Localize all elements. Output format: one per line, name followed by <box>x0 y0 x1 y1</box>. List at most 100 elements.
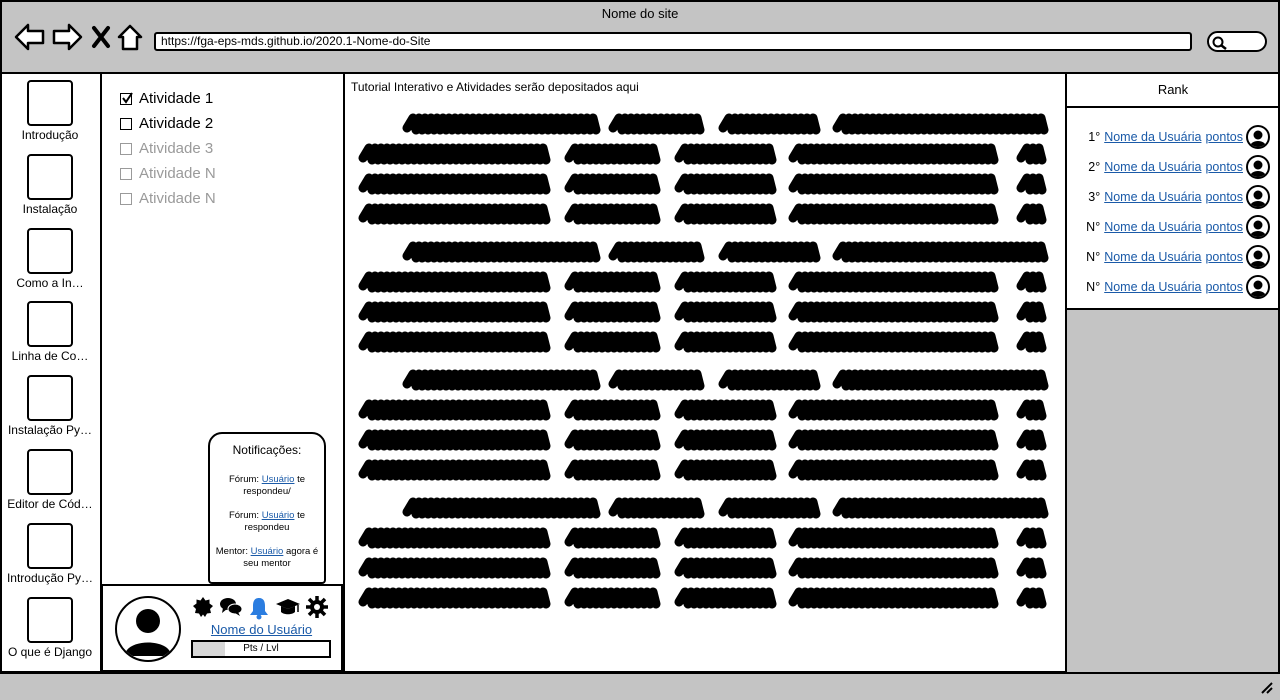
rank-user-link[interactable]: Nome da Usuária <box>1104 220 1201 234</box>
lesson-item[interactable]: Instalação <box>0 153 100 216</box>
lesson-item[interactable]: Introdução Py… <box>0 522 100 585</box>
rank-user-link[interactable]: Nome da Usuária <box>1104 250 1201 264</box>
notification-user-link[interactable]: Usuário <box>251 546 284 557</box>
lesson-item[interactable]: Introdução <box>0 80 100 142</box>
rank-avatar[interactable] <box>1246 185 1270 209</box>
points-level-bar: Pts / Lvl <box>191 640 331 658</box>
lesson-thumbnail[interactable] <box>27 153 73 200</box>
chat-icon[interactable] <box>219 596 243 618</box>
lesson-thumbnail[interactable] <box>27 375 73 422</box>
scribble-line <box>402 241 601 263</box>
gear-icon[interactable] <box>306 596 328 618</box>
notification-user-link[interactable]: Usuário <box>262 510 295 521</box>
lesson-thumbnail[interactable] <box>27 301 73 348</box>
lesson-thumbnail[interactable] <box>27 80 73 126</box>
scribble-line <box>788 143 999 165</box>
rank-points-link[interactable]: pontos <box>1205 220 1243 234</box>
lesson-label: Editor de Cód… <box>7 497 93 511</box>
search-icon <box>1212 36 1227 50</box>
home-button[interactable] <box>117 22 143 52</box>
rank-user-link[interactable]: Nome da Usuária <box>1104 130 1201 144</box>
lesson-item[interactable]: O que é Django <box>0 596 100 659</box>
activity-checkbox[interactable] <box>120 192 132 205</box>
rank-points-link[interactable]: pontos <box>1205 280 1243 294</box>
activity-checkbox[interactable] <box>120 167 132 180</box>
rank-user-link[interactable]: Nome da Usuária <box>1104 280 1201 294</box>
scribble-line <box>674 429 777 451</box>
rank-avatar[interactable] <box>1246 275 1270 299</box>
activity-item[interactable]: Atividade N <box>120 186 216 211</box>
scribble-line <box>564 429 661 451</box>
activity-label: Atividade 3 <box>139 140 214 157</box>
scribble-line <box>564 587 661 609</box>
scribble-line <box>358 143 551 165</box>
stop-button[interactable] <box>91 22 111 52</box>
activity-checkbox[interactable] <box>120 142 132 155</box>
rank-position: 3° <box>1088 190 1101 204</box>
scribble-line <box>358 459 551 481</box>
checkmark-icon <box>122 91 133 104</box>
scribble-line <box>358 173 551 195</box>
lesson-item[interactable]: Editor de Cód… <box>0 449 100 511</box>
rank-points-link[interactable]: pontos <box>1205 130 1243 144</box>
lesson-thumbnail[interactable] <box>27 522 73 569</box>
rank-row: 3° Nome da Usuária pontos <box>1088 184 1270 210</box>
scribble-line <box>608 241 705 263</box>
notifications-popup: Notificações: Fórum: Usuário te responde… <box>208 432 326 584</box>
back-button[interactable] <box>14 22 46 52</box>
user-silhouette-icon <box>1250 190 1266 207</box>
activity-item[interactable]: Atividade 2 <box>120 111 216 136</box>
rank-position: N° <box>1086 280 1101 294</box>
avatar[interactable] <box>115 596 181 662</box>
scribble-line <box>674 301 777 323</box>
activity-list: Atividade 1 Atividade 2 Atividade 3 Ativida… <box>120 86 216 211</box>
forward-button[interactable] <box>51 22 83 52</box>
rank-avatar[interactable] <box>1246 125 1270 149</box>
lesson-thumbnail[interactable] <box>27 596 73 643</box>
scribble-line <box>788 271 999 293</box>
lesson-item[interactable]: Instalação Py… <box>0 375 100 437</box>
rank-points-link[interactable]: pontos <box>1205 160 1243 174</box>
scribble-line <box>674 399 777 421</box>
scribble-line <box>564 557 661 579</box>
search-field[interactable] <box>1207 31 1267 52</box>
lesson-thumbnail[interactable] <box>27 449 73 495</box>
activity-checkbox[interactable] <box>120 117 132 130</box>
activity-item[interactable]: Atividade N <box>120 161 216 186</box>
resize-handle-icon[interactable] <box>1258 679 1274 695</box>
rank-position: N° <box>1086 220 1101 234</box>
lesson-thumbnail[interactable] <box>27 227 73 274</box>
activity-item[interactable]: Atividade 3 <box>120 136 216 161</box>
scribble-line <box>564 459 661 481</box>
rank-avatar[interactable] <box>1246 155 1270 179</box>
back-arrow-icon <box>14 23 45 51</box>
user-silhouette-icon <box>1250 160 1266 177</box>
notification-prefix: Fórum: <box>228 474 262 485</box>
rank-user-link[interactable]: Nome da Usuária <box>1104 190 1201 204</box>
scribble-line <box>564 399 661 421</box>
rank-user-link[interactable]: Nome da Usuária <box>1104 160 1201 174</box>
activity-checkbox[interactable] <box>120 91 133 105</box>
graduation-cap-icon[interactable] <box>275 596 301 618</box>
badge-icon[interactable] <box>192 596 214 618</box>
scribble-line <box>1016 143 1047 165</box>
username-link[interactable]: Nome do Usuário <box>199 622 324 637</box>
activity-label: Atividade 1 <box>139 90 214 107</box>
notification-user-link[interactable]: Usuário <box>262 474 295 485</box>
rank-row: N° Nome da Usuária pontos <box>1086 274 1270 300</box>
lesson-item[interactable]: Como a In… <box>0 227 100 290</box>
lesson-label: Introdução <box>21 128 79 142</box>
rank-points-link[interactable]: pontos <box>1205 190 1243 204</box>
profile-card: Nome do Usuário Pts / Lvl <box>101 584 343 672</box>
placeholder-text-scribbles <box>358 113 1049 609</box>
rank-points-link[interactable]: pontos <box>1205 250 1243 264</box>
scribble-line <box>674 587 777 609</box>
rank-avatar[interactable] <box>1246 215 1270 239</box>
rank-avatar[interactable] <box>1246 245 1270 269</box>
scribble-line <box>674 203 777 225</box>
address-bar[interactable]: https://fga-eps-mds.github.io/2020.1-Nom… <box>154 32 1192 51</box>
activity-item[interactable]: Atividade 1 <box>120 86 216 111</box>
content-title: Tutorial Interativo e Atividades serão d… <box>351 80 639 94</box>
lesson-item[interactable]: Linha de Co… <box>0 301 100 363</box>
bell-icon[interactable] <box>248 596 270 620</box>
